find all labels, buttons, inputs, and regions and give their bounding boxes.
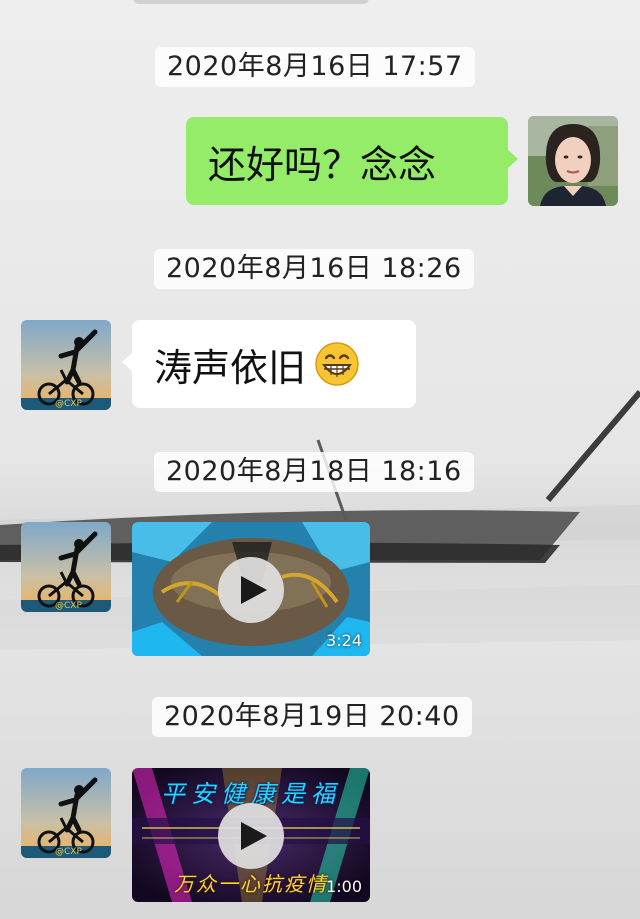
play-button[interactable] [218,557,284,623]
contact-avatar[interactable]: @CXP [21,320,111,410]
timestamp: 2020年8月19日 20:40 [152,697,472,737]
video-duration: 3:24 [326,631,362,650]
play-icon [240,822,267,850]
timestamp: 2020年8月16日 17:57 [155,47,475,87]
svg-text:@CXP: @CXP [55,847,82,857]
grinning-face-icon [315,342,359,386]
timestamp: 2020年8月16日 18:26 [154,249,474,289]
cyclist-silhouette-icon: @CXP [21,768,111,858]
timestamp: 2020年8月18日 18:16 [154,452,474,492]
outgoing-message-bubble[interactable]: 还好吗？念念 [186,117,518,205]
message-text: 涛声依旧 [154,345,307,390]
message-text: 还好吗？念念 [208,142,437,187]
incoming-message-bubble[interactable]: 涛声依旧 [122,320,416,408]
play-button[interactable] [218,803,284,869]
cyclist-silhouette-icon: @CXP [21,320,111,410]
cyclist-silhouette-icon: @CXP [21,522,111,612]
contact-avatar[interactable]: @CXP [21,522,111,612]
play-icon [240,576,267,604]
video-message[interactable]: 3:24 [132,522,370,656]
my-avatar[interactable] [528,116,618,206]
svg-text:@CXP: @CXP [55,399,82,409]
video-message[interactable]: 平安健康是福 万众一心抗疫情 1:00 [132,768,370,902]
video-duration: 1:00 [326,877,362,896]
contact-avatar[interactable]: @CXP [21,768,111,858]
woman-portrait-icon [528,116,618,206]
previous-message-edge [133,0,369,4]
svg-text:@CXP: @CXP [55,601,82,611]
